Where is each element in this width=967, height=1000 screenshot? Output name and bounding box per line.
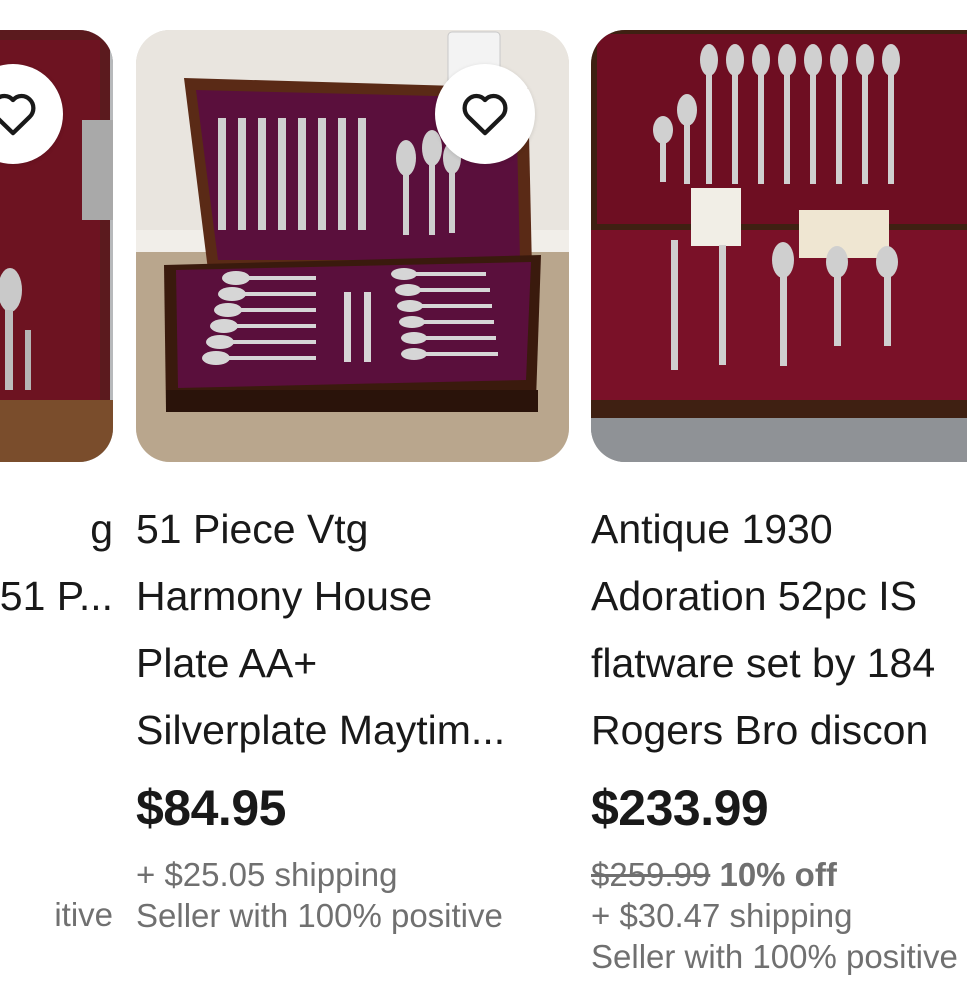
title-line: Rogers Bro discon [591, 707, 929, 753]
title-line: Adoration 52pc IS [591, 573, 917, 619]
listing-image[interactable] [136, 30, 569, 462]
listing-card[interactable]: 51 Piece Vtg Harmony House Plate AA+ Sil… [136, 30, 569, 990]
listing-price: $233.99 [591, 780, 769, 836]
title-line: Harmony House [136, 573, 433, 619]
discount-badge: 10% off [719, 856, 837, 893]
title-line: Silverplate Maytim... [136, 707, 506, 753]
listing-carousel: g 51 P... itive 51 Piece Vtg Harmony Hou… [0, 0, 967, 1000]
seller-feedback: Seller with 100% positive [136, 897, 503, 934]
original-price: $259.99 [591, 856, 711, 893]
title-line: flatware set by 184 [591, 640, 936, 686]
favorite-button[interactable] [435, 64, 535, 164]
heart-outline-icon [0, 93, 36, 136]
title-line: Antique 1930 [591, 506, 833, 552]
seller-feedback: Seller with 100% positive [591, 938, 958, 975]
flatware-chest-photo [591, 30, 967, 462]
title-line: 51 P... [0, 573, 113, 619]
listing-image[interactable] [591, 30, 967, 462]
seller-feedback: itive [54, 896, 113, 933]
listing-card[interactable]: g 51 P... itive [0, 30, 113, 990]
title-line: g [90, 506, 113, 552]
listing-title[interactable]: Antique 1930 Adoration 52pc IS flatware … [591, 496, 967, 764]
discount-line: $259.99 10% off [591, 854, 967, 895]
shipping-cost: + $25.05 shipping [136, 856, 398, 893]
heart-outline-icon [462, 93, 508, 136]
listing-price: $84.95 [136, 780, 286, 836]
listing-image[interactable] [0, 30, 113, 462]
listing-title[interactable]: 51 Piece Vtg Harmony House Plate AA+ Sil… [136, 496, 569, 764]
listing-card[interactable]: Antique 1930 Adoration 52pc IS flatware … [591, 30, 967, 990]
title-line: 51 Piece Vtg [136, 506, 369, 552]
title-line: Plate AA+ [136, 640, 318, 686]
listing-price [0, 778, 113, 838]
shipping-cost: + $30.47 shipping [591, 897, 853, 934]
listing-title[interactable]: g 51 P... [0, 496, 113, 764]
